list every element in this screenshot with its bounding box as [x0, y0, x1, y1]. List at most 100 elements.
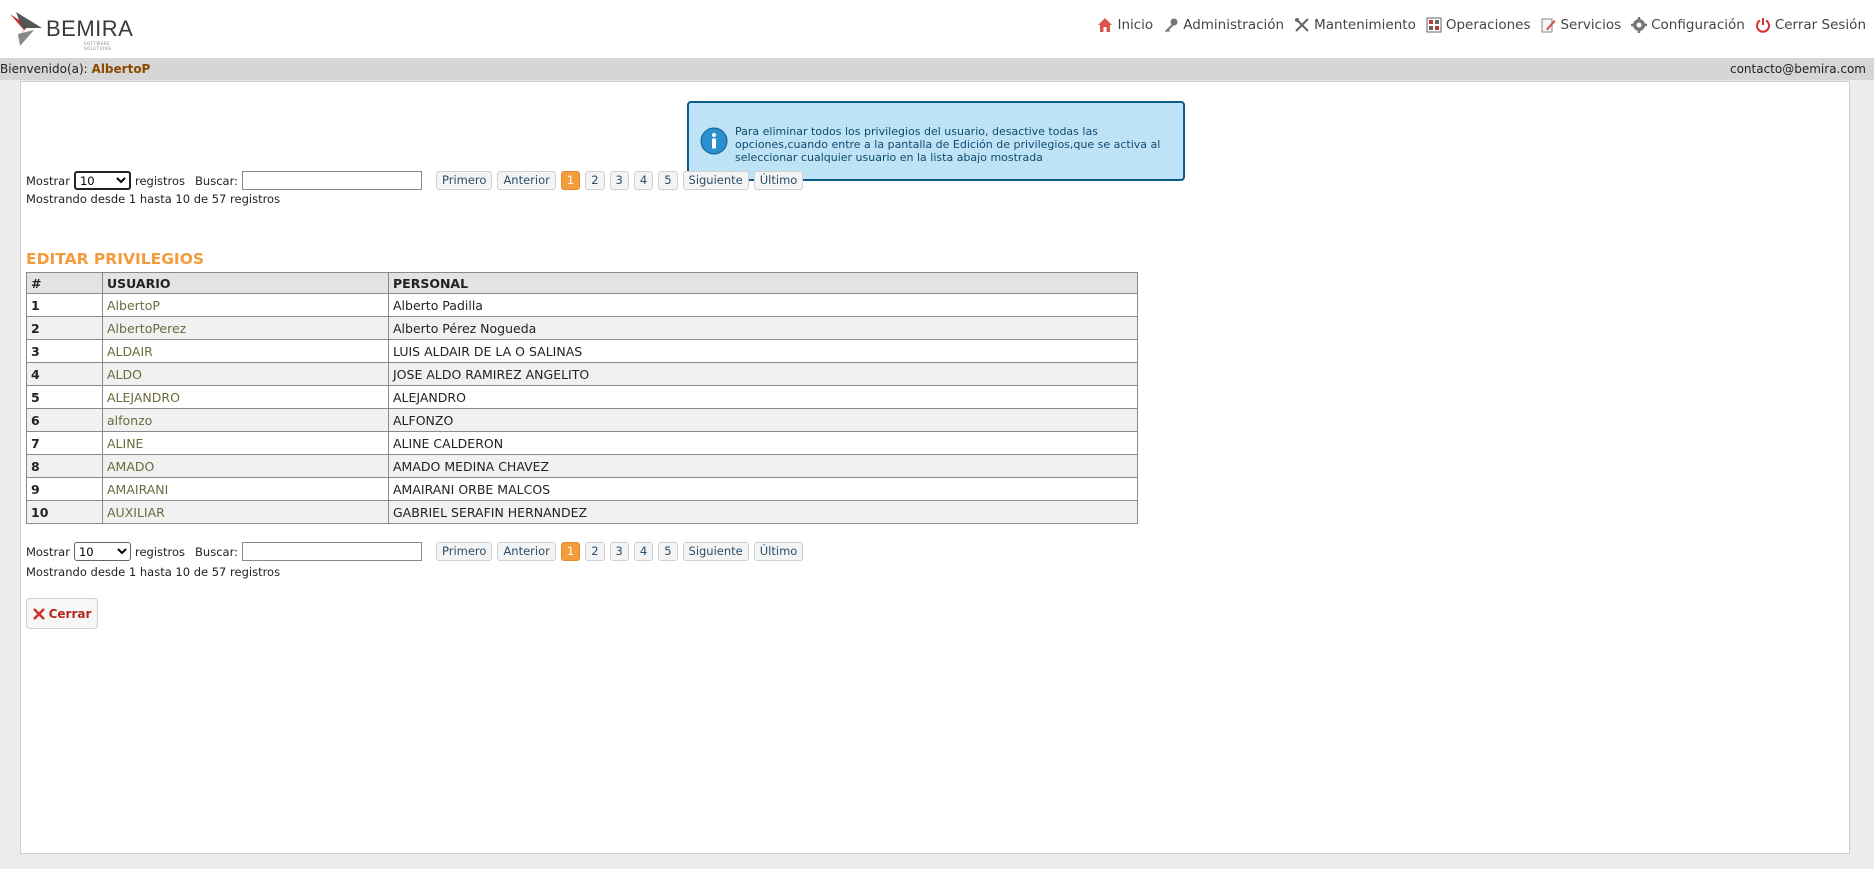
row-user[interactable]: ALDAIR: [102, 339, 389, 363]
row-personal: LUIS ALDAIR DE LA O SALINAS: [388, 339, 1138, 363]
page-2-button[interactable]: 2: [585, 171, 605, 190]
page-3-button[interactable]: 3: [609, 171, 629, 190]
row-user[interactable]: AUXILIAR: [102, 500, 389, 524]
table-row[interactable]: 1 AlbertoP Alberto Padilla: [26, 293, 1138, 317]
gear-icon: [1631, 17, 1648, 33]
row-user[interactable]: AMAIRANI: [102, 477, 389, 501]
prev-page-button[interactable]: Anterior: [497, 171, 556, 190]
row-personal: ALINE CALDERON: [388, 431, 1138, 455]
col-header-user[interactable]: USUARIO: [102, 272, 389, 294]
page-4-button[interactable]: 4: [633, 542, 654, 561]
row-num: 6: [26, 408, 103, 432]
nav-administracion[interactable]: Administración: [1163, 17, 1284, 33]
table-controls-bottom: Mostrar 10 registros Buscar: Primero Ant…: [26, 542, 804, 561]
col-header-personal[interactable]: PERSONAL: [388, 272, 1138, 294]
power-icon: [1755, 18, 1770, 33]
row-personal: ALFONZO: [388, 408, 1138, 432]
records-label: registros: [134, 173, 186, 188]
close-icon: [32, 607, 45, 620]
last-page-button[interactable]: Último: [753, 542, 804, 561]
home-icon: [1098, 18, 1113, 32]
page-2-button[interactable]: 2: [585, 542, 605, 561]
search-input[interactable]: [241, 542, 422, 561]
welcome-user: AlbertoP: [91, 62, 151, 76]
info-message: Para eliminar todos los privilegios del …: [687, 101, 1185, 181]
table-row[interactable]: 3 ALDAIR LUIS ALDAIR DE LA O SALINAS: [26, 339, 1138, 363]
nav-configuracion[interactable]: Configuración: [1631, 17, 1745, 33]
page-1-button[interactable]: 1: [560, 542, 581, 561]
next-page-button[interactable]: Siguiente: [682, 171, 749, 190]
row-user[interactable]: ALINE: [102, 431, 389, 455]
row-num: 10: [26, 500, 103, 524]
nav-inicio[interactable]: Inicio: [1097, 17, 1153, 33]
row-user[interactable]: AlbertoP: [102, 293, 389, 317]
table-row[interactable]: 5 ALEJANDRO ALEJANDRO: [26, 385, 1138, 409]
nav-servicios[interactable]: Servicios: [1540, 17, 1621, 33]
tools-icon: [1295, 18, 1309, 32]
nav-label: Servicios: [1560, 17, 1622, 33]
prev-page-button[interactable]: Anterior: [497, 542, 556, 561]
nav-label: Operaciones: [1445, 17, 1531, 33]
page-1-button[interactable]: 1: [560, 171, 581, 190]
table-controls-top: Mostrar 10 registros Buscar: Primero Ant…: [26, 171, 804, 190]
pagination: Primero Anterior 1 2 3 4 5 Siguiente Últ…: [435, 171, 804, 190]
row-num: 1: [26, 293, 103, 317]
nav-operaciones[interactable]: Operaciones: [1426, 17, 1531, 33]
row-personal: AMADO MEDINA CHAVEZ: [388, 454, 1138, 478]
page-size-select[interactable]: 10: [73, 171, 131, 190]
table-row[interactable]: 8 AMADO AMADO MEDINA CHAVEZ: [26, 454, 1138, 478]
table-row[interactable]: 6 alfonzo ALFONZO: [26, 408, 1138, 432]
records-label: registros: [134, 544, 186, 559]
col-header-num[interactable]: #: [26, 272, 103, 294]
main-nav: Inicio Administración Mantenimiento Oper…: [1097, 17, 1866, 33]
row-num: 4: [26, 362, 103, 386]
grid-icon: [1426, 17, 1442, 33]
page-3-button[interactable]: 3: [609, 542, 629, 561]
row-personal: Alberto Padilla: [388, 293, 1138, 317]
key-icon: [1165, 18, 1178, 33]
nav-label: Administración: [1183, 17, 1285, 33]
bemira-logo[interactable]: BEMIRA SOFTWARE SOLUTIONS: [8, 8, 138, 51]
row-num: 8: [26, 454, 103, 478]
table-row[interactable]: 4 ALDO JOSE ALDO RAMIREZ ANGELITO: [26, 362, 1138, 386]
welcome-text: Bienvenido(a): AlbertoP: [0, 58, 150, 80]
main-content: Para eliminar todos los privilegios del …: [20, 81, 1850, 854]
search-label: Buscar:: [195, 173, 238, 188]
brand-tagline: SOFTWARE SOLUTIONS: [84, 41, 112, 51]
row-num: 7: [26, 431, 103, 455]
row-num: 3: [26, 339, 103, 363]
page-5-button[interactable]: 5: [658, 171, 678, 190]
table-row[interactable]: 9 AMAIRANI AMAIRANI ORBE MALCOS: [26, 477, 1138, 501]
row-user[interactable]: ALEJANDRO: [102, 385, 389, 409]
nav-label: Configuración: [1651, 17, 1745, 33]
welcome-label: Bienvenido(a):: [0, 62, 88, 76]
table-row[interactable]: 10 AUXILIAR GABRIEL SERAFIN HERNANDEZ: [26, 500, 1138, 524]
row-user[interactable]: AlbertoPerez: [102, 316, 389, 340]
close-button[interactable]: Cerrar: [26, 598, 98, 629]
page-size-select[interactable]: 10: [73, 542, 131, 561]
search-input[interactable]: [241, 171, 422, 190]
show-label: Mostrar: [26, 544, 70, 559]
row-user[interactable]: ALDO: [102, 362, 389, 386]
row-user[interactable]: alfonzo: [102, 408, 389, 432]
welcome-bar: Bienvenido(a): AlbertoP contacto@bemira.…: [0, 58, 1874, 80]
show-label: Mostrar: [26, 173, 70, 188]
next-page-button[interactable]: Siguiente: [682, 542, 749, 561]
nav-mantenimiento[interactable]: Mantenimiento: [1294, 17, 1416, 33]
page-5-button[interactable]: 5: [658, 542, 678, 561]
pagination: Primero Anterior 1 2 3 4 5 Siguiente Últ…: [435, 542, 804, 561]
bemira-logo-mark: [10, 12, 42, 46]
table-row[interactable]: 2 AlbertoPerez Alberto Pérez Nogueda: [26, 316, 1138, 340]
page-4-button[interactable]: 4: [633, 171, 654, 190]
nav-cerrar-sesion[interactable]: Cerrar Sesión: [1755, 17, 1866, 33]
top-bar: BEMIRA SOFTWARE SOLUTIONS Inicio Adminis…: [0, 0, 1874, 58]
nav-label: Mantenimiento: [1314, 17, 1416, 33]
close-label: Cerrar: [48, 606, 92, 621]
row-personal: ALEJANDRO: [388, 385, 1138, 409]
table-row[interactable]: 7 ALINE ALINE CALDERON: [26, 431, 1138, 455]
first-page-button[interactable]: Primero: [435, 542, 493, 561]
last-page-button[interactable]: Último: [753, 171, 804, 190]
first-page-button[interactable]: Primero: [435, 171, 493, 190]
row-personal: Alberto Pérez Nogueda: [388, 316, 1138, 340]
row-user[interactable]: AMADO: [102, 454, 389, 478]
